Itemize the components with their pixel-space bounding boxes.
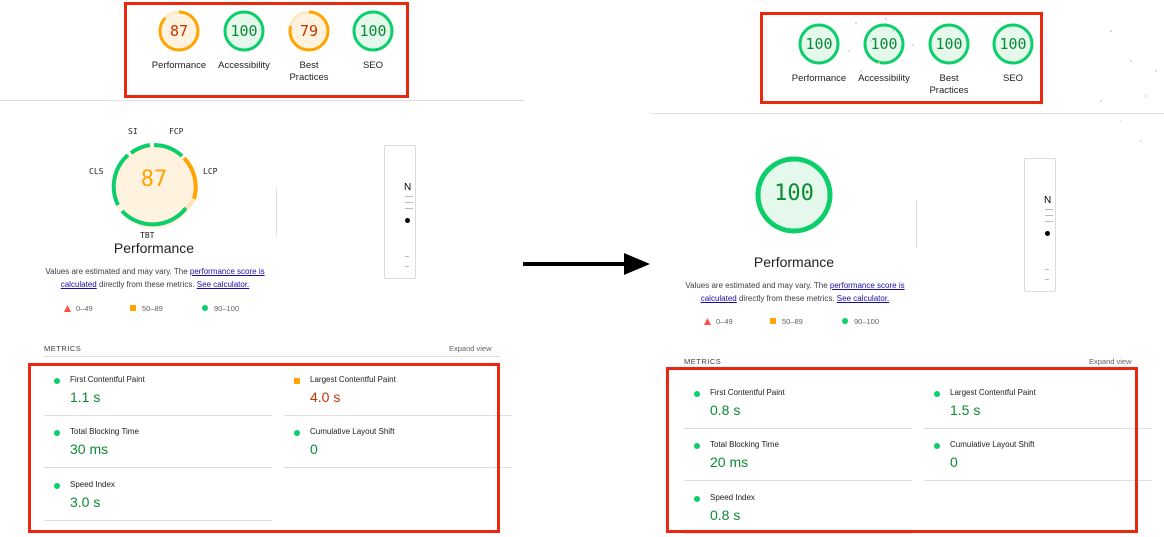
expand-view-button[interactable]: Expand view	[449, 344, 492, 353]
header-divider	[0, 100, 524, 101]
after-score-description: Values are estimated and may vary. The p…	[685, 281, 905, 303]
legend-range: 0–49	[76, 304, 93, 313]
gauge-label-si: SI	[128, 127, 138, 136]
after-metrics-highlight	[666, 367, 1138, 533]
after-performance-gauge-score: 100	[774, 181, 814, 206]
after-see-calculator-link[interactable]: See calculator.	[837, 294, 889, 303]
score-description: Values are estimated and may vary. The p…	[45, 267, 265, 289]
gauge-divider	[276, 188, 277, 236]
triangle-icon	[64, 305, 71, 312]
circle-icon	[202, 305, 208, 311]
after-performance-gauge: 100	[754, 155, 834, 235]
gauge-label-fcp: FCP	[169, 127, 184, 136]
after-report-panel: 100 Performance 100 Accessibility 100 Best Pr…	[640, 0, 1164, 537]
before-scores-highlight	[124, 2, 409, 98]
after-scores-highlight	[760, 12, 1043, 104]
after-performance-title: Performance	[753, 254, 835, 270]
gauge-label-lcp: LCP	[203, 167, 218, 176]
after-page-screenshot-thumbnail[interactable]: N	[1024, 158, 1056, 292]
right-arrow-icon	[523, 253, 650, 275]
triangle-icon	[704, 318, 711, 325]
performance-gauge: 87	[106, 139, 202, 235]
legend-range: 90–100	[854, 317, 880, 326]
after-expand-view-button[interactable]: Expand view	[1089, 357, 1132, 366]
after-gauge-divider	[916, 200, 917, 248]
after-metrics-header: METRICS	[684, 357, 722, 366]
square-icon	[770, 318, 776, 324]
metrics-header-rule	[44, 356, 500, 357]
metrics-header: METRICS	[44, 344, 82, 353]
legend-range: 90–100	[214, 304, 240, 313]
performance-gauge-score: 87	[140, 167, 168, 192]
circle-icon	[842, 318, 848, 324]
header-divider-after	[650, 113, 1164, 114]
see-calculator-link[interactable]: See calculator.	[197, 280, 249, 289]
gauge-label-cls: CLS	[89, 167, 104, 176]
square-icon	[130, 305, 136, 311]
page-screenshot-thumbnail[interactable]: N	[384, 145, 416, 279]
before-metrics-highlight	[28, 363, 500, 533]
gauge-label-tbt: TBT	[140, 231, 155, 240]
before-report-panel: 87 Performance 100 Accessibility 79 Best Prac…	[0, 0, 524, 537]
legend-range: 50–89	[142, 304, 163, 313]
legend-range: 0–49	[716, 317, 733, 326]
legend-range: 50–89	[782, 317, 803, 326]
performance-title: Performance	[113, 240, 195, 256]
